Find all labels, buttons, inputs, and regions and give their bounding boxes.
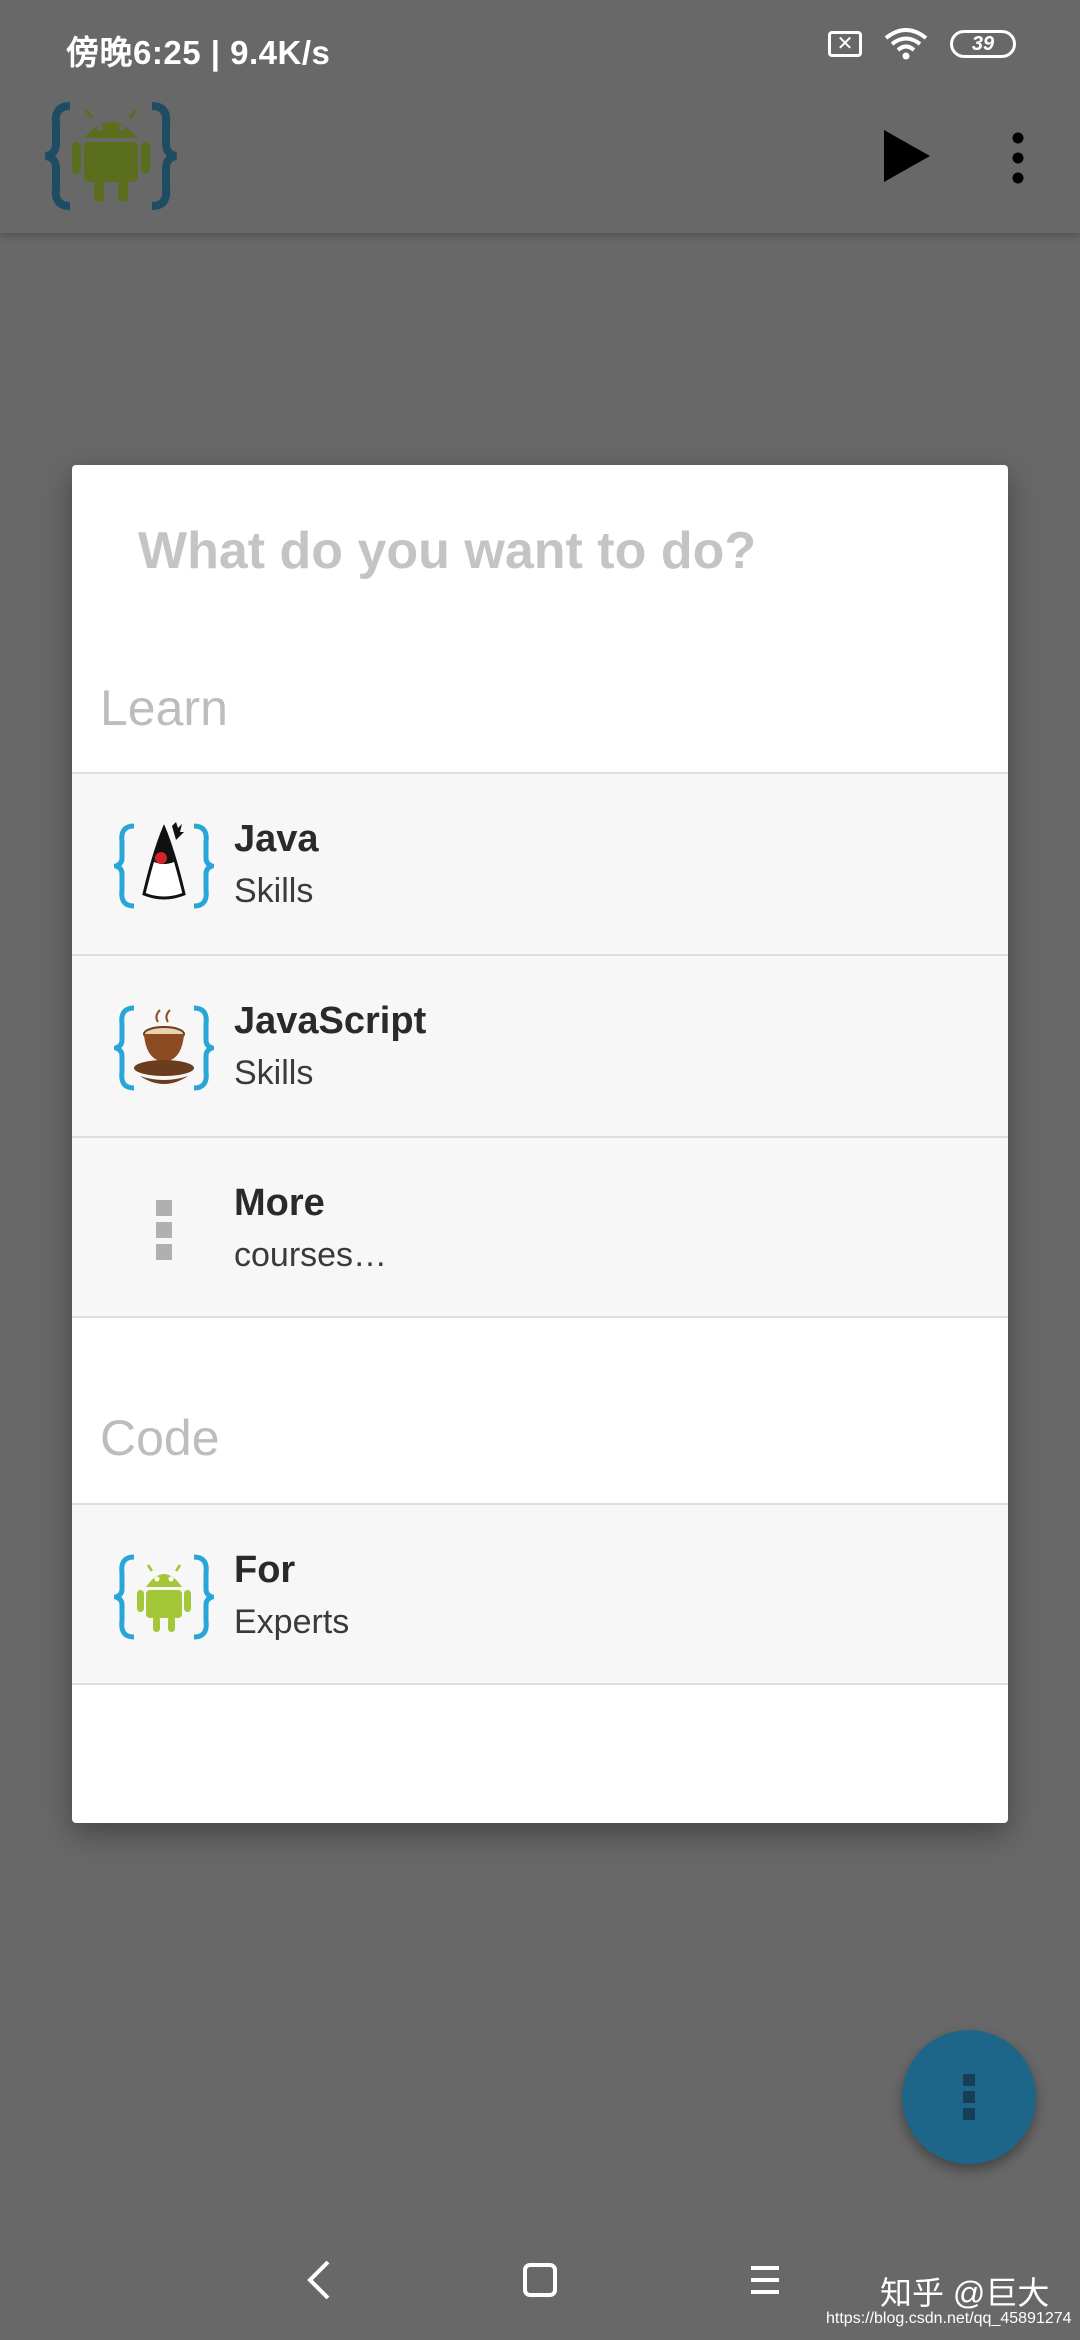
section-header-learn: Learn <box>100 680 228 736</box>
dialog-title: What do you want to do? <box>138 522 757 580</box>
list-item-subtitle: Skills <box>234 872 314 910</box>
floating-action-button[interactable] <box>902 2030 1036 2164</box>
status-icons: ✕ 39 <box>828 28 1016 60</box>
list-item-javascript[interactable]: JavaScript Skills <box>72 954 1008 1136</box>
list-item-subtitle: Skills <box>234 1054 314 1092</box>
java-duke-icon <box>114 822 214 909</box>
back-icon[interactable] <box>290 2250 350 2310</box>
section-header-code: Code <box>100 1410 220 1466</box>
watermark-text: 知乎 @巨大 <box>880 2275 1050 2311</box>
list-item-title: More <box>234 1182 325 1224</box>
wifi-icon <box>884 28 928 60</box>
status-time: 傍晚6:25 | 9.4K/s <box>66 34 331 71</box>
choose-action-dialog: What do you want to do? Learn Java Skill… <box>72 465 1008 1823</box>
list-item-title: JavaScript <box>234 1000 427 1042</box>
play-icon[interactable] <box>876 126 936 186</box>
list-item-for-experts[interactable]: For Experts <box>72 1503 1008 1685</box>
android-braces-logo-icon[interactable] <box>42 96 180 216</box>
recents-icon[interactable] <box>735 2250 795 2310</box>
list-item-more-courses[interactable]: More courses… <box>72 1136 1008 1318</box>
list-item-title: Java <box>234 818 319 860</box>
list-item-title: For <box>234 1549 296 1591</box>
battery-level: 39 <box>971 32 995 55</box>
watermark-url: https://blog.csdn.net/qq_45891274 <box>826 2310 1072 2327</box>
sim-absent-icon: ✕ <box>828 31 862 57</box>
list-item-subtitle: courses… <box>234 1236 388 1274</box>
list-item-subtitle: Experts <box>234 1603 350 1641</box>
coffee-cup-icon <box>114 1005 214 1091</box>
battery-icon: 39 <box>950 30 1016 58</box>
overflow-menu-icon[interactable] <box>1006 130 1030 186</box>
list-item-java[interactable]: Java Skills <box>72 772 1008 954</box>
more-vertical-icon <box>963 2074 975 2120</box>
status-bar: 傍晚6:25 | 9.4K/s ✕ 39 <box>0 0 1080 96</box>
more-vertical-icon <box>156 1200 172 1260</box>
app-bar <box>0 96 1080 233</box>
home-icon[interactable] <box>510 2250 570 2310</box>
android-icon <box>114 1554 214 1640</box>
